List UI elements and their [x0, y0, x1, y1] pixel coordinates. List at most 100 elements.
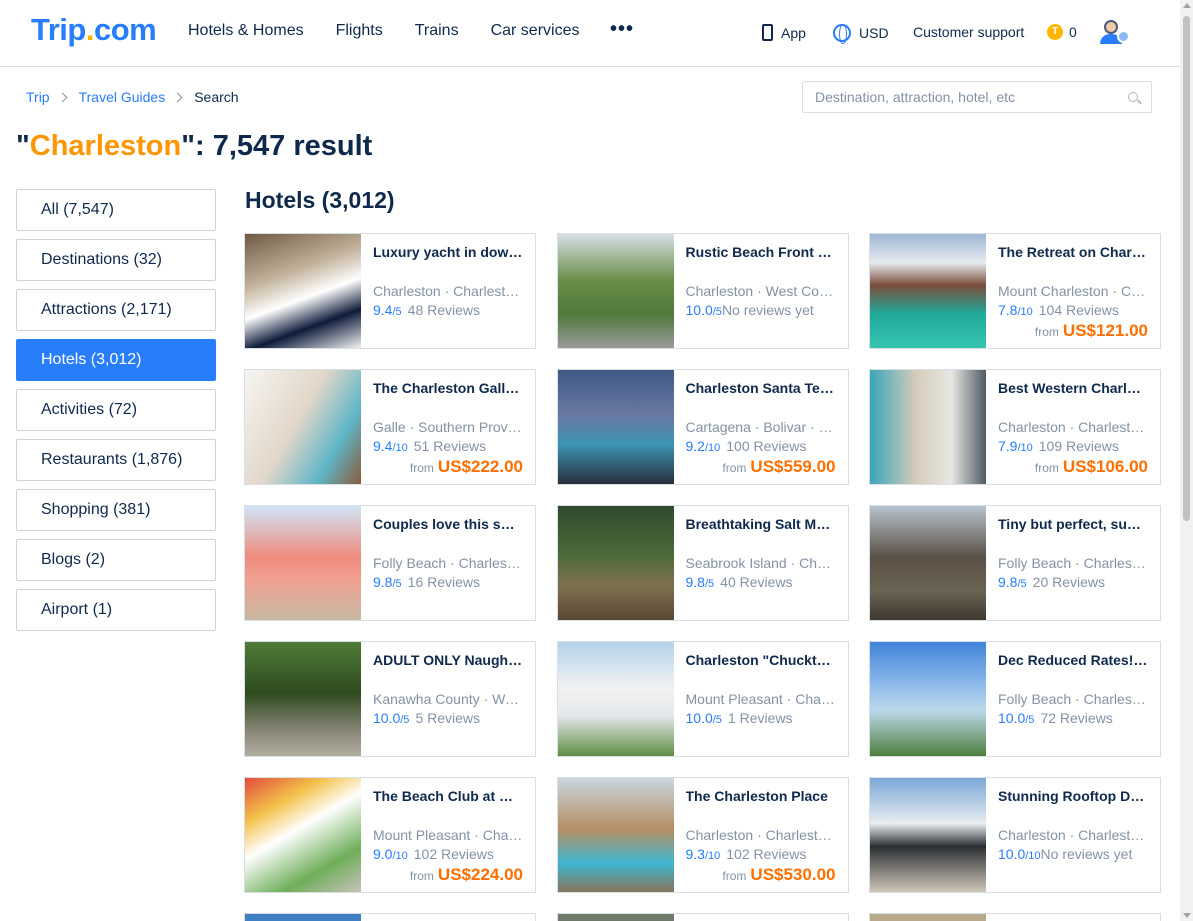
category-restaurants[interactable]: Restaurants (1,876)	[16, 439, 216, 481]
hotel-rating: 9.2/10 100 Reviews	[686, 438, 836, 454]
hotel-name[interactable]: ADULT ONLY Naughty Cabin	[373, 652, 523, 670]
hotel-card-body: ADULT ONLY Naughty Cabin Kanawha County …	[361, 642, 535, 756]
trip-coins[interactable]: T 0	[1047, 24, 1077, 40]
trip-logo[interactable]: Trip.com	[31, 12, 157, 48]
hotel-name[interactable]: Charleston "Chuckt" Cottage	[686, 652, 836, 670]
hotel-card[interactable]: The Charleston Galle Fort Galle · Southe…	[244, 369, 536, 485]
hotel-price	[519, 593, 523, 613]
hotel-photo[interactable]	[870, 506, 986, 620]
hotel-card[interactable]: The Retreat on Charleston Peak Mount Cha…	[869, 233, 1161, 349]
hotel-name[interactable]: Dec Reduced Rates! Beach House	[998, 652, 1148, 670]
hotel-name[interactable]: The Charleston Galle Fort	[373, 380, 523, 398]
customer-support-label: Customer support	[913, 24, 1025, 40]
hotel-card[interactable]: Best Western Charleston Inn Charleston ·…	[869, 369, 1161, 485]
hotel-card[interactable]: Charleston Santa Teresa Cartagena · Boli…	[556, 369, 849, 485]
hotel-card[interactable]: Charleston "Chuckt" Cottage Mount Pleasa…	[556, 641, 849, 757]
hotel-photo[interactable]	[870, 642, 986, 756]
hotel-card[interactable]: Stunning Rooftop Deck Home Charleston · …	[869, 777, 1161, 893]
category-hotels[interactable]: Hotels (3,012)	[16, 339, 216, 381]
hotel-name[interactable]: Luxury yacht in downtown Charleston	[373, 244, 523, 262]
scroll-thumb[interactable]	[1183, 16, 1190, 521]
hotel-name[interactable]: Breathtaking Salt Marsh Views	[686, 516, 836, 534]
hotel-photo[interactable]	[557, 370, 674, 484]
hotel-card-body: Breathtaking Salt Marsh Views Seabrook I…	[674, 506, 848, 620]
category-airport[interactable]: Airport (1)	[16, 589, 216, 631]
hotel-photo[interactable]	[245, 370, 361, 484]
hotel-card[interactable]: Dec Reduced Rates! Beach House Folly Bea…	[869, 641, 1161, 757]
hotel-price: from US$106.00	[1035, 457, 1148, 477]
category-all[interactable]: All (7,547)	[16, 189, 216, 231]
hotel-card-partial[interactable]	[556, 913, 849, 921]
breadcrumb-trip[interactable]: Trip	[26, 89, 50, 105]
hotel-card[interactable]: Tiny but perfect, sunny studio Folly Bea…	[869, 505, 1161, 621]
rating-score: 9.4	[373, 302, 393, 318]
hotel-name[interactable]: Best Western Charleston Inn	[998, 380, 1148, 398]
hotel-name[interactable]: The Retreat on Charleston Peak	[998, 244, 1148, 262]
nav-car-services[interactable]: Car services	[491, 22, 580, 40]
hotel-name[interactable]: Rustic Beach Front Cottage	[686, 244, 836, 262]
hotel-name[interactable]: Couples love this sweet cottage	[373, 516, 523, 534]
hotel-price	[519, 729, 523, 749]
hotel-photo[interactable]	[557, 642, 674, 756]
nav-trains[interactable]: Trains	[415, 22, 459, 40]
category-activities[interactable]: Activities (72)	[16, 389, 216, 431]
user-avatar-icon[interactable]	[1100, 20, 1130, 46]
logo-text-end: com	[93, 12, 157, 47]
review-count: No reviews yet	[721, 302, 814, 318]
customer-support-link[interactable]: Customer support	[913, 24, 1024, 40]
more-menu-icon[interactable]: •••	[610, 18, 634, 41]
rating-scale: /5	[712, 714, 722, 726]
rating-score: 10.0	[685, 710, 713, 726]
hotel-name[interactable]: Charleston Santa Teresa	[686, 380, 836, 398]
hotel-photo[interactable]	[245, 234, 361, 348]
hotel-card[interactable]: The Charleston Place Charleston · Charle…	[556, 777, 849, 893]
scroll-down-arrow-icon[interactable]	[1183, 913, 1191, 918]
nav-hotels-homes[interactable]: Hotels & Homes	[188, 22, 304, 40]
hotel-photo[interactable]	[245, 914, 361, 921]
hotel-photo[interactable]	[870, 370, 986, 484]
breadcrumb-travel-guides[interactable]: Travel Guides	[79, 89, 166, 105]
hotel-rating: 10.0/5 1 Reviews	[686, 710, 836, 726]
search-input[interactable]	[803, 82, 1113, 112]
hotel-photo[interactable]	[245, 778, 361, 892]
rating-scale: /10	[392, 442, 408, 454]
logo-text-dot: .	[85, 12, 95, 47]
app-link[interactable]: App	[762, 24, 806, 41]
category-attractions[interactable]: Attractions (2,171)	[16, 289, 216, 331]
category-shopping[interactable]: Shopping (381)	[16, 489, 216, 531]
hotel-name[interactable]: The Charleston Place	[686, 788, 836, 806]
hotel-card-body: Charleston Santa Teresa Cartagena · Boli…	[674, 370, 848, 484]
hotel-card[interactable]: Rustic Beach Front Cottage Charleston · …	[556, 233, 849, 349]
nav-flights[interactable]: Flights	[336, 22, 383, 40]
currency-selector[interactable]: USD	[833, 24, 889, 44]
hotel-name[interactable]: The Beach Club at Charleston Harbor	[373, 788, 523, 806]
search-icon[interactable]	[1128, 92, 1138, 102]
hotel-photo[interactable]	[870, 778, 986, 892]
hotel-photo[interactable]	[557, 234, 674, 348]
category-destinations[interactable]: Destinations (32)	[16, 239, 216, 281]
hotel-photo[interactable]	[245, 506, 361, 620]
hotel-card[interactable]: ADULT ONLY Naughty Cabin Kanawha County …	[244, 641, 536, 757]
hotel-photo[interactable]	[557, 506, 674, 620]
hotel-rating: 9.8/5 40 Reviews	[686, 574, 836, 590]
hotel-card[interactable]: Breathtaking Salt Marsh Views Seabrook I…	[556, 505, 849, 621]
hotel-photo[interactable]	[870, 234, 986, 348]
hotel-card[interactable]: Luxury yacht in downtown Charleston Char…	[244, 233, 536, 349]
hotel-card-partial[interactable]	[869, 913, 1161, 921]
hotel-photo[interactable]	[245, 642, 361, 756]
hotel-card[interactable]: The Beach Club at Charleston Harbor Moun…	[244, 777, 536, 893]
category-blogs[interactable]: Blogs (2)	[16, 539, 216, 581]
page-scrollbar[interactable]	[1180, 0, 1193, 921]
scroll-up-arrow-icon[interactable]	[1183, 3, 1191, 8]
hotel-card-body: Dec Reduced Rates! Beach House Folly Bea…	[986, 642, 1160, 756]
hotel-name[interactable]: Tiny but perfect, sunny studio	[998, 516, 1148, 534]
hotel-photo[interactable]	[557, 914, 674, 921]
hotel-photo[interactable]	[557, 778, 674, 892]
hotel-card-partial[interactable]	[244, 913, 536, 921]
hotel-rating: 7.8/10 104 Reviews	[998, 302, 1148, 318]
price-amount: US$530.00	[750, 865, 836, 884]
hotel-card[interactable]: Couples love this sweet cottage Folly Be…	[244, 505, 536, 621]
review-count: 109 Reviews	[1038, 438, 1119, 454]
hotel-name[interactable]: Stunning Rooftop Deck Home	[998, 788, 1148, 806]
hotel-photo[interactable]	[870, 914, 986, 921]
